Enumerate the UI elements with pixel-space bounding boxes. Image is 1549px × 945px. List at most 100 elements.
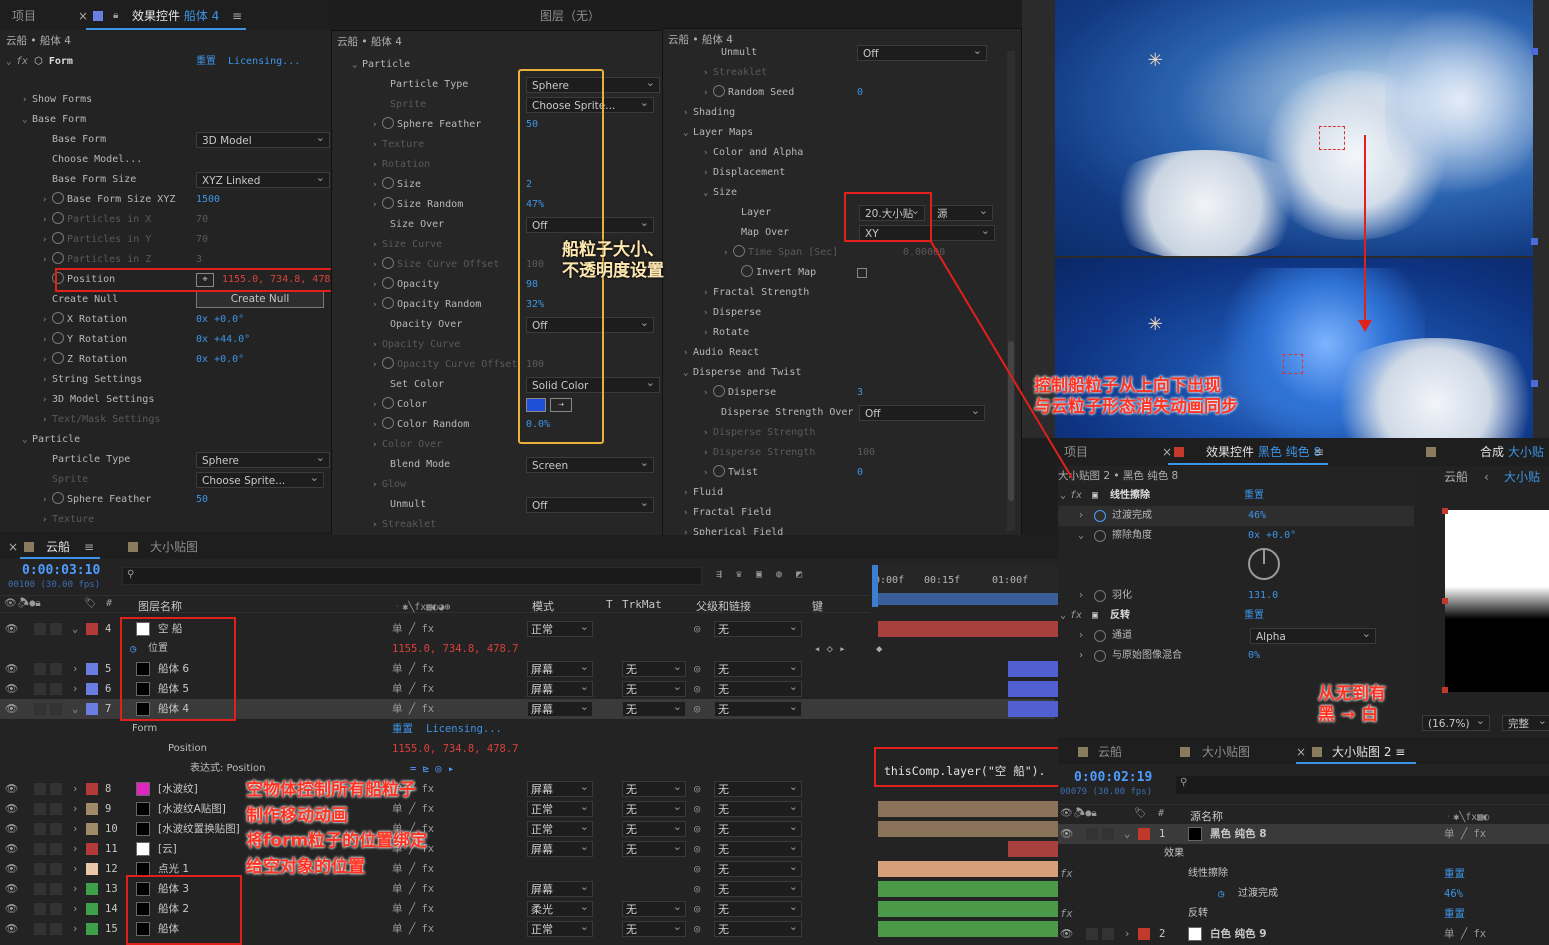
solo-box[interactable]	[34, 923, 46, 935]
value-particles-in-y[interactable]: 70	[196, 230, 208, 250]
lock-box[interactable]	[50, 923, 62, 935]
effect-row-time-span-sec[interactable]: › Time Span [Sec] 0.00000	[663, 243, 1021, 263]
panel-menu-icon[interactable]: ≡	[232, 4, 242, 28]
effect-row-disperse-and-twist[interactable]: ⌄ Disperse and Twist	[663, 363, 1021, 383]
channel-select[interactable]: Alpha	[1250, 626, 1376, 644]
trkmat-select[interactable]: 无	[622, 699, 686, 717]
expand-icon[interactable]: ›	[72, 879, 78, 899]
comp-breadcrumb[interactable]: 云船	[1444, 468, 1468, 486]
stopwatch-icon[interactable]	[52, 492, 64, 504]
effect-row-particles-in-y[interactable]: › Particles in Y 70	[0, 230, 333, 250]
effect-row-glow[interactable]: › Glow	[332, 475, 663, 495]
visibility-icon[interactable]: 👁︎	[5, 919, 18, 939]
chevron-right-icon[interactable]: ›	[703, 463, 713, 483]
visibility-icon[interactable]: 👁︎	[5, 819, 18, 839]
parent-select[interactable]: 无	[714, 779, 802, 797]
lock-box[interactable]	[50, 843, 62, 855]
lock-box[interactable]	[50, 663, 62, 675]
effect-row-sprite[interactable]: Sprite Choose Sprite...	[332, 95, 663, 115]
chevron-right-icon[interactable]: ›	[372, 355, 382, 375]
close-icon[interactable]: ×	[78, 4, 88, 28]
effect-value[interactable]: 131.0	[1248, 586, 1278, 606]
switches[interactable]: 单 ╱ fx	[392, 699, 434, 719]
effect-row-map-over[interactable]: Map Over XY	[663, 223, 1021, 243]
handle[interactable]	[1531, 48, 1538, 55]
stopwatch-icon[interactable]	[1094, 530, 1106, 542]
effect-row-base-form-size-xyz[interactable]: › Base Form Size XYZ 1500	[0, 190, 333, 210]
chevron-right-icon[interactable]: ›	[42, 230, 52, 250]
property-value[interactable]: 46%	[1444, 884, 1463, 904]
tab-layer[interactable]: 图层（无）	[540, 4, 600, 28]
label-color[interactable]	[86, 803, 98, 815]
switches[interactable]: 单 ╱ fx	[1444, 924, 1486, 944]
dropdown-particle-type[interactable]: Sphere	[196, 450, 330, 468]
effect-row-size-over[interactable]: Size Over Off	[332, 215, 663, 235]
mode-select[interactable]: 屏幕	[527, 879, 593, 897]
effect-row-sphere-feather[interactable]: › Sphere Feather 50	[0, 490, 333, 510]
expand-icon[interactable]: ›	[72, 779, 78, 799]
chevron-right-icon[interactable]: ›	[703, 303, 713, 323]
effect-row-unmult[interactable]: Unmult Off	[663, 43, 1021, 63]
effect-row-string-settings[interactable]: › String Settings	[0, 370, 333, 390]
effect-row-disperse[interactable]: › Disperse	[663, 303, 1021, 323]
effect-row-shading[interactable]: › Shading	[663, 103, 1021, 123]
label-color[interactable]	[86, 923, 98, 935]
effect-row[interactable]: ⌄ 擦除角度 0x +0.0°	[1058, 526, 1414, 546]
layer-bar[interactable]	[1008, 841, 1058, 857]
parent-select[interactable]: 无	[714, 679, 802, 697]
label-color[interactable]	[86, 823, 98, 835]
label-color[interactable]	[86, 663, 98, 675]
effect-row-base-form[interactable]: ⌄ Base Form	[0, 110, 333, 130]
time-ruler[interactable]: 0:00f 00:15f 01:00f	[872, 565, 1058, 607]
mode-select[interactable]: 屏幕	[527, 659, 593, 677]
mode-select[interactable]: 屏幕	[527, 679, 593, 697]
solo-box[interactable]	[34, 803, 46, 815]
stopwatch-icon[interactable]	[713, 385, 725, 397]
lock-box[interactable]	[50, 883, 62, 895]
chevron-right-icon[interactable]: ›	[42, 250, 52, 270]
property-value[interactable]: 重置	[1444, 864, 1465, 884]
quality-select[interactable]: 完整	[1502, 713, 1549, 731]
chevron-down-icon[interactable]: ⌄	[22, 430, 32, 450]
handle[interactable]	[1531, 380, 1538, 387]
close-icon[interactable]: ×	[8, 535, 18, 559]
effect-row-x-rotation[interactable]: › X Rotation 0x +0.0°	[0, 310, 333, 330]
pickwhip-icon[interactable]: ◎	[694, 699, 700, 719]
layer-row[interactable]: 👁︎›9[水波纹A贴图]单 ╱ fx正常无◎无	[0, 799, 1058, 819]
scrollbar[interactable]	[1007, 51, 1015, 531]
effect-row-fractal-strength[interactable]: › Fractal Strength	[663, 283, 1021, 303]
effect-value[interactable]: 0%	[1248, 646, 1260, 666]
mode-select[interactable]: 正常	[527, 819, 593, 837]
solo-box[interactable]	[34, 783, 46, 795]
effect-row-particles-in-z[interactable]: › Particles in Z 3	[0, 250, 333, 270]
chevron-right-icon[interactable]: ›	[42, 410, 52, 430]
tab-timeline[interactable]: 云船	[1098, 740, 1122, 764]
pickwhip-icon[interactable]: ◎	[694, 859, 700, 879]
chevron-right-icon[interactable]: ›	[703, 283, 713, 303]
reset-link[interactable]: 重置	[196, 52, 216, 72]
fx-icon[interactable]: fx	[1060, 864, 1073, 884]
label-color[interactable]	[1138, 828, 1150, 840]
property-value[interactable]: 重置	[392, 719, 413, 739]
effect-row-particle[interactable]: ⌄ Particle	[0, 430, 333, 450]
trkmat-select[interactable]: 无	[622, 799, 686, 817]
expression-icons[interactable]: = ⊵ ◎ ▸	[410, 759, 454, 779]
effect-row-twist[interactable]: › Twist 0	[663, 463, 1021, 483]
effect-row-color[interactable]: › Color ⇢	[332, 395, 663, 415]
stopwatch-icon[interactable]	[382, 177, 394, 189]
close-icon[interactable]: ×	[1296, 740, 1306, 764]
layer-bar[interactable]	[878, 801, 1058, 817]
effect-row-choose-model[interactable]: Choose Model...	[0, 150, 333, 170]
solo-box[interactable]	[34, 883, 46, 895]
dropdown-unmult[interactable]: Off	[857, 43, 987, 61]
handle[interactable]	[1531, 238, 1538, 245]
stopwatch-icon[interactable]	[52, 332, 64, 344]
effect-row-particle-type[interactable]: Particle Type Sphere	[0, 450, 333, 470]
parent-select[interactable]: 无	[714, 819, 802, 837]
chevron-right-icon[interactable]: ›	[703, 163, 713, 183]
parent-select[interactable]: 无	[714, 879, 802, 897]
solo-box[interactable]	[34, 863, 46, 875]
expand-icon[interactable]: ⌄	[72, 699, 78, 719]
parent-select[interactable]: 无	[714, 699, 802, 717]
chevron-right-icon[interactable]: ›	[42, 510, 52, 530]
